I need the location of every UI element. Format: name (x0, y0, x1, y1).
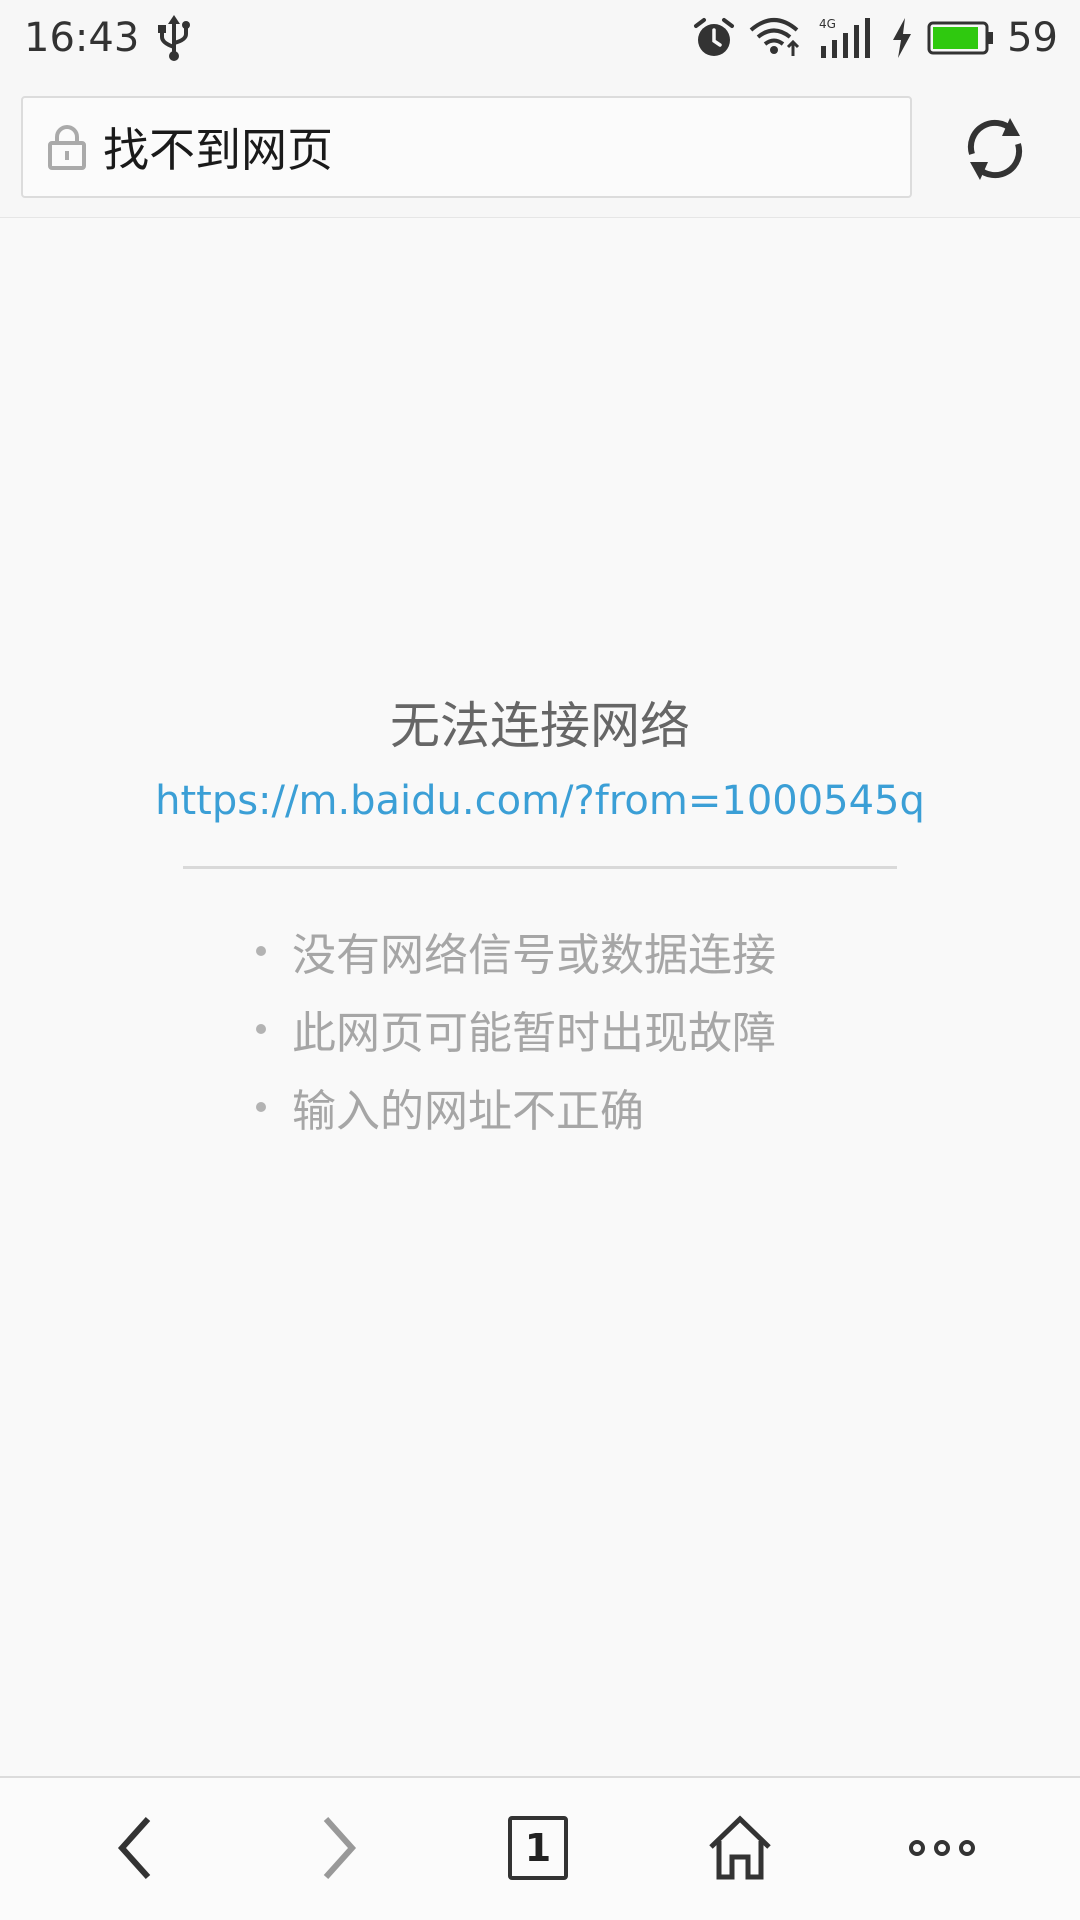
status-left: 16:43 (24, 15, 191, 61)
bullet-icon (256, 1102, 266, 1112)
back-icon (117, 1816, 151, 1880)
tabs-button[interactable]: 1 (488, 1798, 588, 1898)
refresh-icon (967, 118, 1023, 180)
alarm-icon (694, 18, 735, 56)
signal-icon: 4G (819, 17, 871, 58)
error-reasons-list: 没有网络信号或数据连接 此网页可能暂时出现故障 输入的网址不正确 (256, 912, 896, 1146)
failed-url-link[interactable]: https://m.baidu.com/?from=1000545q (0, 772, 1080, 830)
address-bar[interactable]: 找不到网页 (21, 96, 912, 198)
network-type: 4G (819, 17, 836, 31)
forward-button[interactable] (288, 1798, 388, 1898)
refresh-button[interactable] (958, 112, 1032, 186)
divider (183, 866, 897, 869)
error-reason-text: 没有网络信号或数据连接 (292, 930, 776, 981)
usb-icon (158, 15, 191, 61)
error-reason-text: 此网页可能暂时出现故障 (292, 1008, 776, 1059)
tabs-icon: 1 (508, 1816, 568, 1880)
browser-screen: 16:43 4G 59 找不到网页 无法连接网络 https://m.baidu… (0, 0, 1080, 1920)
home-icon (709, 1815, 771, 1880)
error-title: 无法连接网络 (390, 697, 690, 755)
lock-icon (48, 125, 86, 170)
status-right: 4G 59 (679, 15, 1058, 61)
charging-icon (893, 18, 912, 58)
wifi-icon (749, 18, 800, 56)
more-icon (909, 1840, 975, 1856)
bullet-icon (256, 1024, 266, 1034)
error-reason: 此网页可能暂时出现故障 (256, 990, 896, 1068)
error-reason: 没有网络信号或数据连接 (256, 912, 896, 990)
home-button[interactable] (690, 1798, 790, 1898)
bullet-icon (256, 946, 266, 956)
error-reason: 输入的网址不正确 (256, 1068, 896, 1146)
bottom-navigation-bar: 1 (0, 1776, 1080, 1920)
tab-count: 1 (524, 1826, 552, 1870)
status-bar: 16:43 4G 59 (0, 0, 1080, 76)
status-time: 16:43 (24, 15, 140, 61)
more-button[interactable] (892, 1798, 992, 1898)
error-message: 无法连接网络 https://m.baidu.com/?from=1000545… (0, 690, 1080, 830)
browser-toolbar: 找不到网页 (0, 76, 1080, 218)
page-title: 找不到网页 (103, 123, 333, 177)
back-button[interactable] (86, 1798, 186, 1898)
forward-icon (323, 1816, 357, 1880)
error-reason-text: 输入的网址不正确 (292, 1086, 644, 1137)
battery-percent: 59 (1007, 15, 1058, 61)
battery-icon (927, 21, 994, 55)
